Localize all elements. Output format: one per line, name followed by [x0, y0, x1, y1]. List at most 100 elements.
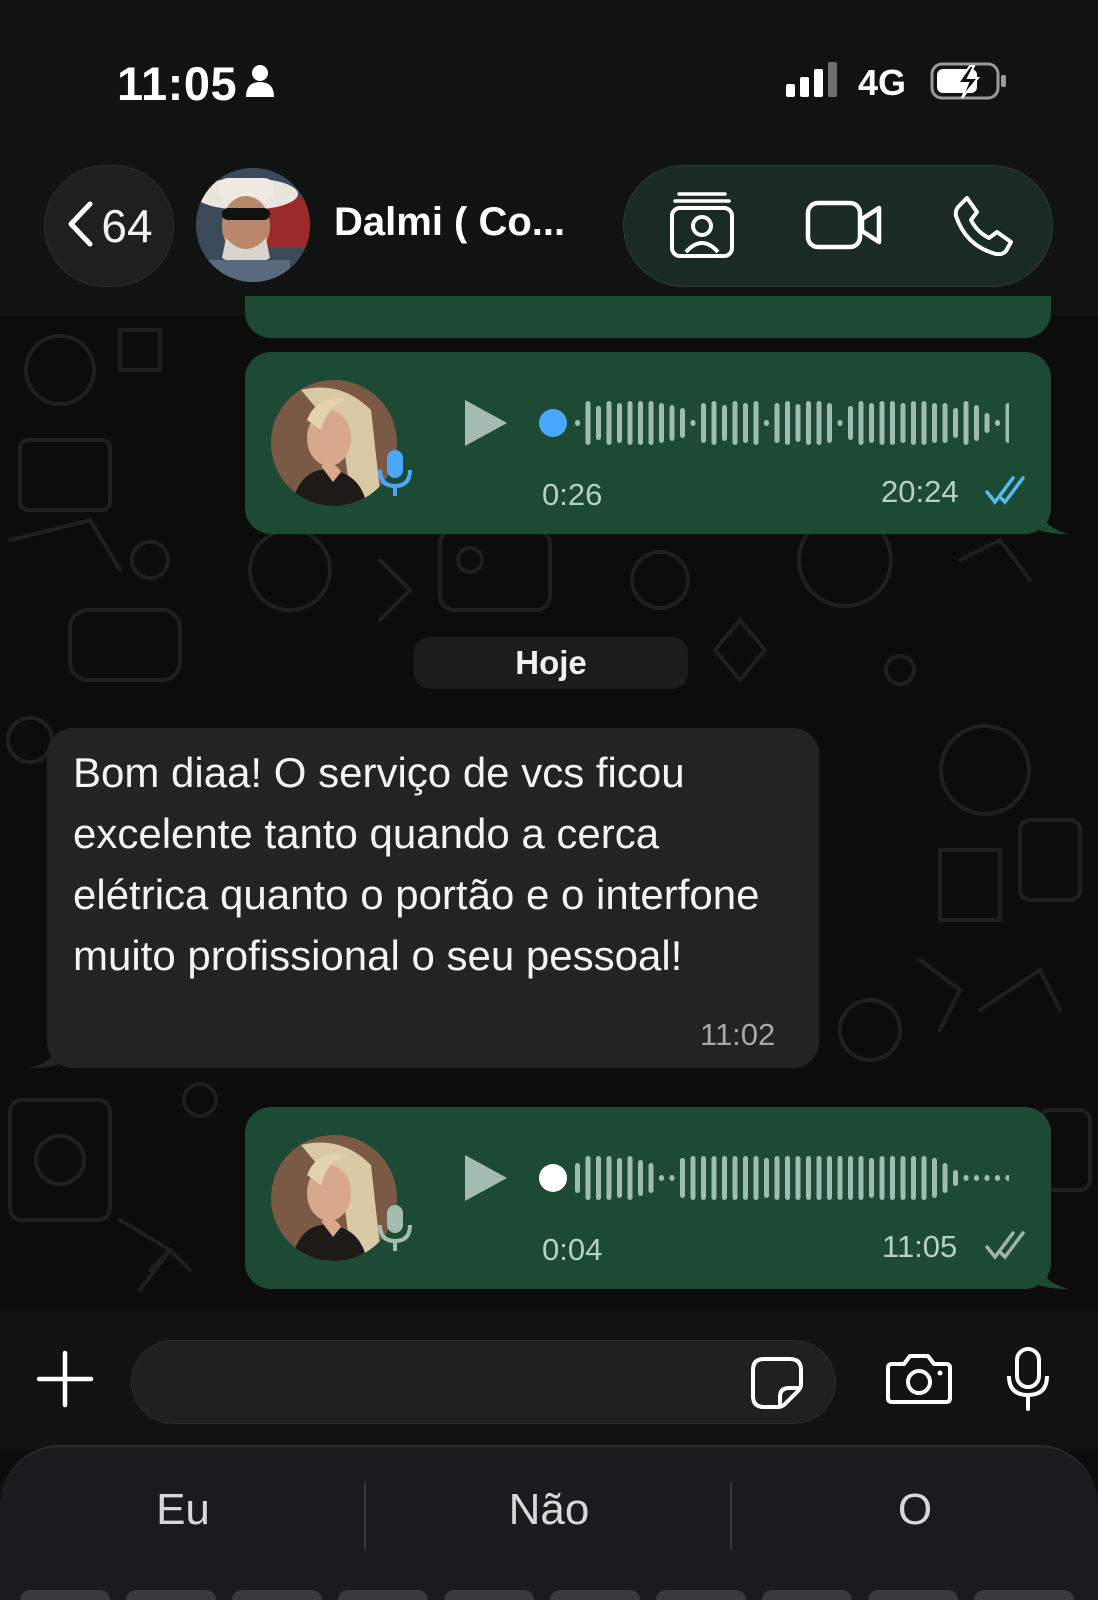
waveform-bar: [606, 401, 612, 445]
waveform-bar: [963, 1175, 969, 1181]
waveform-bar: [932, 1158, 937, 1198]
video-call-button[interactable]: [789, 166, 899, 288]
waveform-bar: [890, 1156, 895, 1200]
waveform-bar: [911, 401, 916, 445]
bubble-tail: [29, 1042, 59, 1068]
keyboard-key[interactable]: [126, 1590, 216, 1600]
waveform-bar: [953, 1170, 958, 1186]
waveform-bar: [827, 403, 832, 443]
status-time: 11:05: [117, 57, 238, 110]
waveform-bar: [659, 1175, 664, 1181]
waveform-bar: [575, 1163, 580, 1193]
play-icon: [463, 1155, 509, 1207]
keyboard-key[interactable]: [868, 1590, 958, 1600]
waveform-bar: [774, 1156, 780, 1200]
voice-duration: 0:04: [542, 1232, 603, 1267]
waveform-bar: [806, 401, 811, 445]
waveform-bar: [1005, 1175, 1011, 1181]
waveform-bar: [795, 1156, 801, 1200]
unread-count: 64: [101, 200, 153, 252]
keyboard-key[interactable]: [550, 1590, 640, 1600]
waveform-bar: [921, 401, 927, 445]
play-button[interactable]: [463, 398, 509, 453]
waveform-bar: [827, 1156, 832, 1200]
waveform-bar: [816, 1156, 822, 1200]
suggestion-item[interactable]: O: [732, 1485, 1098, 1535]
contact-name[interactable]: Dalmi ( Co...: [334, 200, 565, 245]
suggestion-item[interactable]: Não: [366, 1485, 732, 1535]
signal-icon: [786, 62, 842, 103]
waveform-bar: [774, 403, 780, 443]
waveform-bar: [995, 1175, 1000, 1181]
waveform-bar: [711, 1156, 717, 1200]
waveform-bar: [701, 1156, 706, 1200]
keyboard-key[interactable]: [20, 1590, 110, 1600]
waveform-bar: [911, 1156, 916, 1200]
waveform-bar: [680, 408, 685, 438]
camera-icon[interactable]: [886, 1352, 952, 1411]
keyboard-key[interactable]: [232, 1590, 322, 1600]
delivered-ticks-icon: [985, 1231, 1029, 1266]
waveform-bar: [995, 420, 1000, 426]
audio-waveform[interactable]: [539, 1153, 1032, 1208]
message-input[interactable]: [131, 1340, 836, 1424]
playhead-dot[interactable]: [539, 409, 567, 437]
sticker-icon[interactable]: [750, 1356, 804, 1415]
plus-icon[interactable]: [36, 1350, 94, 1413]
waveform-bar: [848, 1156, 853, 1200]
contact-card-icon: [669, 190, 735, 265]
chevron-left-icon: [65, 200, 95, 253]
waveform-bar: [785, 401, 790, 445]
waveform-bar: [638, 1160, 643, 1196]
waveform-bar: [585, 401, 591, 445]
waveform-bar: [680, 1158, 685, 1198]
audio-waveform[interactable]: [539, 398, 1032, 453]
waveform-bar: [743, 1156, 748, 1200]
microphone-badge-icon: [375, 1203, 415, 1260]
waveform-bar: [722, 1156, 727, 1200]
message-time: 11:05: [882, 1229, 958, 1264]
keyboard-key[interactable]: [656, 1590, 746, 1600]
call-actions-group: [623, 165, 1053, 287]
waveform-bar: [858, 401, 864, 445]
waveform-bar: [837, 1156, 843, 1200]
waveform-bar: [848, 406, 853, 440]
waveform-bar: [711, 401, 717, 445]
waveform-bar: [921, 1156, 927, 1200]
voice-message-bubble[interactable]: 0:04 11:05: [245, 1107, 1069, 1289]
waveform-bar: [606, 1156, 612, 1200]
back-button[interactable]: 64: [44, 165, 174, 287]
bubble-tail: [1039, 1263, 1069, 1289]
previous-message-bubble: [245, 296, 1051, 338]
voice-call-button[interactable]: [934, 166, 1034, 288]
microphone-icon[interactable]: [1006, 1346, 1050, 1417]
waveform-bar: [743, 403, 748, 443]
waveform-bar: [669, 1175, 675, 1181]
waveform-bar: [974, 405, 979, 441]
keyboard-key[interactable]: [762, 1590, 852, 1600]
waveform-bar: [659, 403, 664, 443]
contact-card-button[interactable]: [652, 166, 752, 288]
play-button[interactable]: [463, 1153, 509, 1208]
bubble-tail: [1039, 508, 1069, 534]
battery-charging-icon: [930, 62, 1010, 107]
contact-avatar[interactable]: [196, 168, 310, 282]
waveform-bar: [869, 1158, 874, 1198]
keyboard-key[interactable]: [338, 1590, 428, 1600]
date-separator: Hoje: [414, 637, 688, 689]
waveform-bar: [690, 1156, 696, 1200]
waveform-bar: [585, 1156, 591, 1200]
playhead-dot[interactable]: [539, 1164, 567, 1192]
suggestion-item[interactable]: Eu: [0, 1485, 366, 1535]
keyboard-key[interactable]: [444, 1590, 534, 1600]
keyboard-key[interactable]: [974, 1590, 1074, 1600]
waveform-bar: [627, 401, 633, 445]
waveform-bar: [953, 408, 958, 438]
waveform-bar: [984, 1175, 990, 1181]
waveform-bar: [837, 420, 843, 426]
read-ticks-icon: [985, 476, 1029, 511]
voice-message-bubble[interactable]: 0:26 20:24: [245, 352, 1069, 534]
waveform-bar: [879, 1156, 885, 1200]
voice-duration: 0:26: [542, 477, 603, 512]
network-type: 4G: [858, 62, 907, 103]
